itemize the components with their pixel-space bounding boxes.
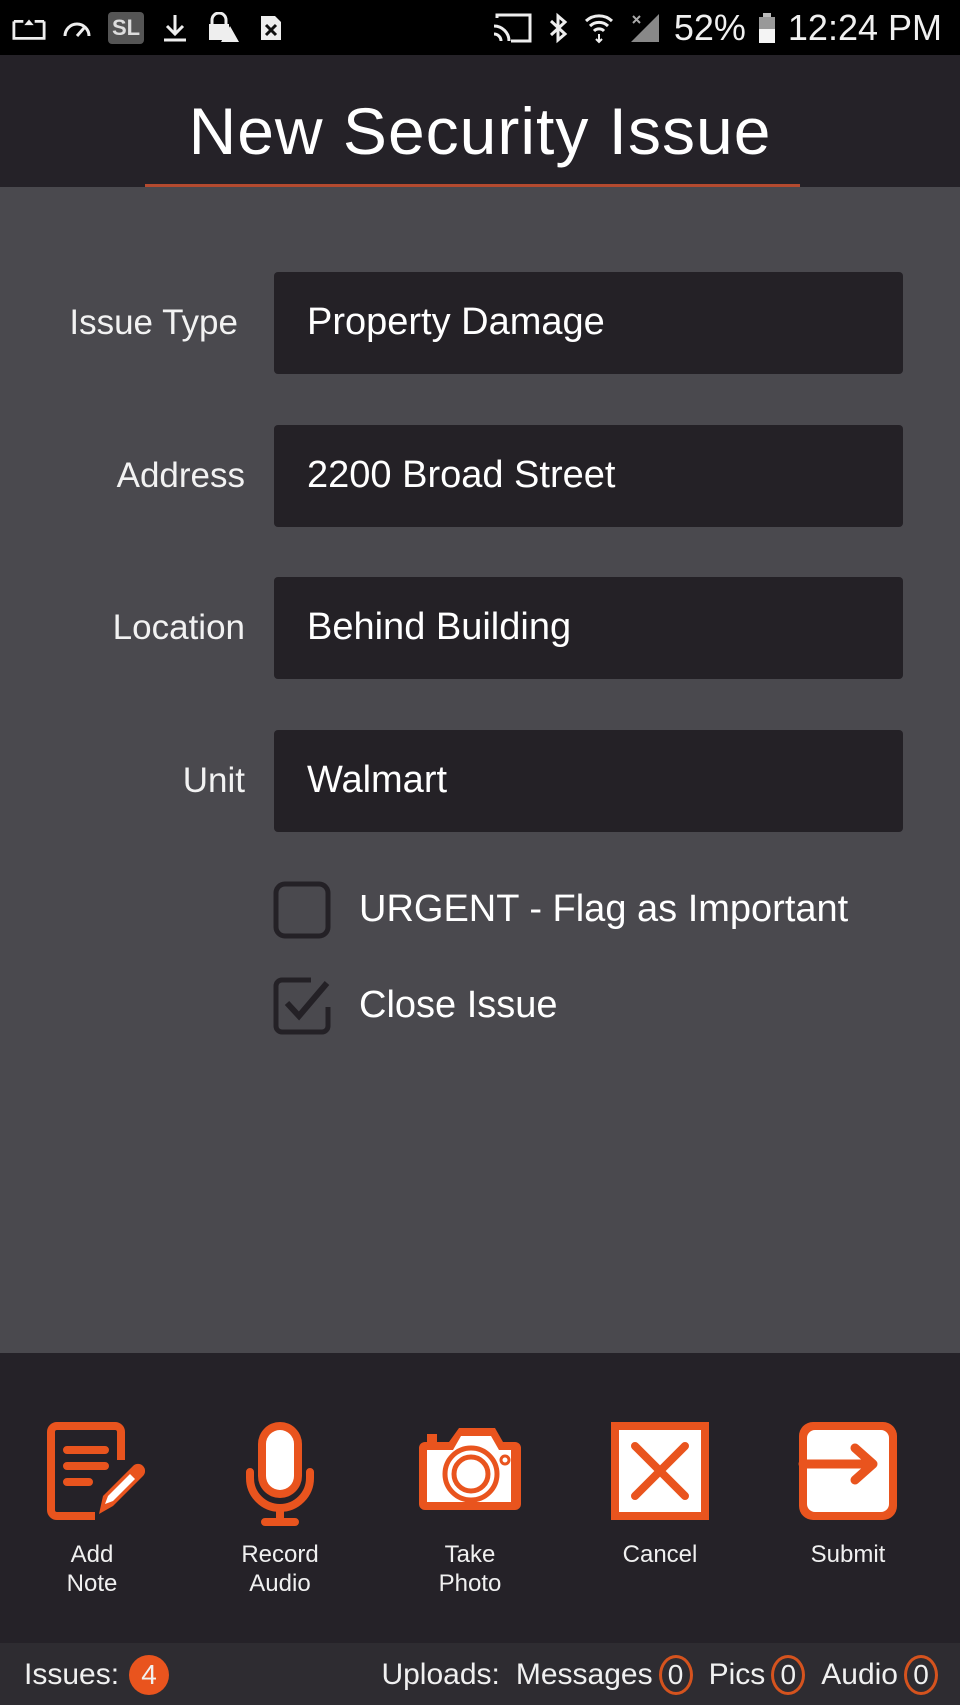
record-audio-button[interactable]: Record Audio xyxy=(200,1418,360,1598)
close-issue-checkbox-label: Close Issue xyxy=(359,983,558,1026)
unit-label: Unit xyxy=(182,761,245,800)
close-issue-checkbox[interactable] xyxy=(273,977,331,1035)
battery-percent: 52% xyxy=(673,7,746,48)
issues-counter[interactable]: Issues: 4 xyxy=(24,1655,170,1695)
audio-count-badge: 0 xyxy=(904,1655,938,1695)
wifi-icon xyxy=(582,12,616,44)
pics-count-badge: 0 xyxy=(771,1655,806,1695)
take-photo-button[interactable]: Take Photo xyxy=(390,1418,550,1598)
app-header: New Security Issue xyxy=(0,55,960,187)
unit-field[interactable]: Walmart xyxy=(274,730,903,832)
cast-icon xyxy=(490,12,534,44)
issues-label: Issues: xyxy=(24,1658,120,1691)
unit-row: Unit Walmart xyxy=(0,730,960,832)
title-underline xyxy=(145,184,800,187)
microphone-icon xyxy=(246,1422,314,1526)
battery-icon xyxy=(758,12,776,44)
action-bar: AddNote RecordAudio TakePhoto Cancel xyxy=(0,1353,960,1643)
location-field[interactable]: Behind Building xyxy=(274,577,903,679)
record-audio-label: Record Audio xyxy=(241,1541,319,1597)
address-label: Address xyxy=(116,456,245,495)
cancel-label: Cancel xyxy=(622,1541,698,1568)
issue-type-field[interactable]: Property Damage xyxy=(274,272,903,374)
urgent-checkbox-row[interactable]: URGENT - Flag as Important xyxy=(273,879,848,939)
uploads-label: Uploads: xyxy=(381,1658,500,1691)
download-icon xyxy=(158,12,192,44)
clock: 12:24 PM xyxy=(787,7,942,48)
cancel-button[interactable]: Cancel xyxy=(580,1418,740,1569)
footer-status-bar: Issues: 4 Uploads: Messages 0 Pics 0 Aud… xyxy=(0,1643,960,1705)
messages-count-badge: 0 xyxy=(658,1655,693,1695)
address-field[interactable]: 2200 Broad Street xyxy=(274,425,903,527)
take-photo-label: Take Photo xyxy=(438,1541,502,1597)
speedometer-icon xyxy=(60,12,94,44)
sl-app-icon: SL xyxy=(108,12,144,44)
submit-button[interactable]: Submit xyxy=(768,1418,928,1569)
add-note-label: Add Note xyxy=(66,1541,118,1597)
uploads-status: Uploads: Messages 0 Pics 0 Audio 0 xyxy=(381,1655,938,1695)
close-issue-checkbox-row[interactable]: Close Issue xyxy=(273,975,558,1035)
urgent-checkbox-label: URGENT - Flag as Important xyxy=(359,887,849,930)
screen-mirror-icon xyxy=(12,12,46,44)
address-row: Address 2200 Broad Street xyxy=(0,425,960,527)
sim-error-icon xyxy=(254,12,288,44)
location-row: Location Behind Building xyxy=(0,577,960,679)
issues-count-badge: 4 xyxy=(129,1655,170,1695)
audio-label: Audio xyxy=(821,1658,898,1691)
bluetooth-icon xyxy=(546,12,570,44)
submit-icon xyxy=(798,1422,897,1520)
page-title: New Security Issue xyxy=(188,94,772,168)
issue-type-row: Issue Type Property Damage xyxy=(0,272,960,374)
issue-type-label: Issue Type xyxy=(69,303,238,342)
note-edit-icon xyxy=(47,1422,146,1520)
cancel-icon xyxy=(611,1422,709,1520)
submit-label: Submit xyxy=(810,1541,886,1568)
signal-no-service-icon xyxy=(628,12,662,44)
notification-icons: SL xyxy=(12,10,288,46)
messages-label: Messages xyxy=(515,1658,653,1691)
lock-warning-icon xyxy=(206,12,240,44)
urgent-checkbox[interactable] xyxy=(273,881,331,939)
camera-icon xyxy=(419,1428,521,1510)
location-label: Location xyxy=(112,608,245,647)
add-note-button[interactable]: Add Note xyxy=(12,1418,172,1598)
status-bar: SL 52% 12:24 PM xyxy=(0,0,960,55)
system-status: 52% 12:24 PM xyxy=(490,6,942,50)
pics-label: Pics xyxy=(708,1658,766,1691)
